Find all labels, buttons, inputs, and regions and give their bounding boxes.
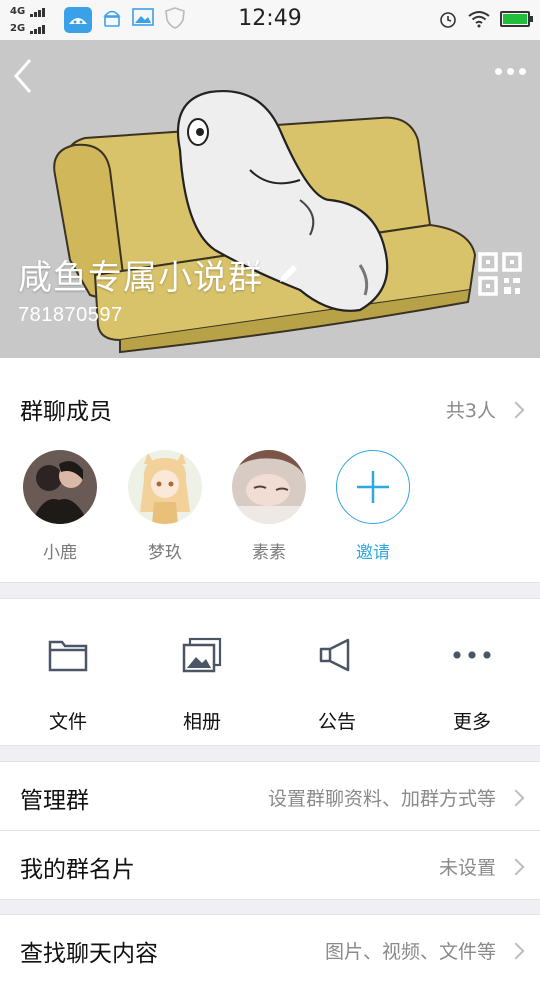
member-avatar-item[interactable]: 小鹿 [20,450,100,563]
invite-button[interactable]: 邀请 [333,450,413,563]
members-count-link[interactable]: 共3人 [445,396,525,423]
member-name: 素素 [252,543,286,563]
members-title: 群聊成员 [20,399,112,425]
members-count: 共3人 [445,400,496,422]
chevron-right-icon [507,789,525,806]
announcement-label: 公告 [317,711,356,733]
files-label: 文件 [48,711,87,733]
more-button[interactable]: 更多 [417,635,527,734]
album-button[interactable]: 相册 [147,635,257,734]
my-group-card-value-link: 未设置 [438,853,525,880]
group-id: 781870597 [18,304,123,326]
status-bar: 4G 2G 12:49 [0,0,540,40]
photo-album-icon [182,637,222,673]
member-avatar-item[interactable]: 素素 [229,450,309,563]
wifi-icon [468,11,490,28]
more-options-icon[interactable] [495,68,526,75]
chevron-right-icon [507,401,525,418]
manage-group-title: 管理群 [20,788,89,814]
alarm-icon [440,12,456,28]
more-label: 更多 [452,711,491,733]
my-group-card-value: 未设置 [438,857,496,879]
avatar [232,450,306,524]
member-avatar-item[interactable]: 梦玖 [125,450,205,563]
qr-code-icon[interactable] [478,252,522,296]
invite-label: 邀请 [356,543,390,563]
chevron-right-icon [507,858,525,875]
search-chat-title: 查找聊天内容 [20,941,158,967]
pencil-icon[interactable] [276,262,300,286]
megaphone-icon [319,638,350,672]
manage-group-value-link: 设置群聊资料、加群方式等 [267,784,525,811]
back-icon[interactable] [10,56,36,96]
avatar [128,450,202,524]
manage-group-row[interactable]: 管理群 设置群聊资料、加群方式等 [0,762,540,830]
album-label: 相册 [182,711,221,733]
my-group-card-row[interactable]: 我的群名片 未设置 [0,831,540,899]
search-chat-row[interactable]: 查找聊天内容 图片、视频、文件等 [0,915,540,983]
folder-icon [48,640,88,672]
group-header: 咸鱼专属小说群 781870597 [0,40,540,358]
chevron-right-icon [507,942,525,959]
group-members-section: 群聊成员 共3人 小鹿 梦玖 素素 邀请 [0,358,540,583]
more-horizontal-icon [453,651,491,659]
battery-icon [500,11,533,27]
group-actions: 文件 相册 公告 更多 [0,598,540,746]
announcement-button[interactable]: 公告 [282,635,392,734]
member-name: 小鹿 [43,543,77,563]
manage-group-value: 设置群聊资料、加群方式等 [267,788,496,810]
files-button[interactable]: 文件 [13,635,123,734]
add-icon [336,450,410,524]
member-name: 梦玖 [148,543,182,563]
group-name: 咸鱼专属小说群 [18,258,263,298]
my-group-card-title: 我的群名片 [20,857,135,883]
avatar [23,450,97,524]
